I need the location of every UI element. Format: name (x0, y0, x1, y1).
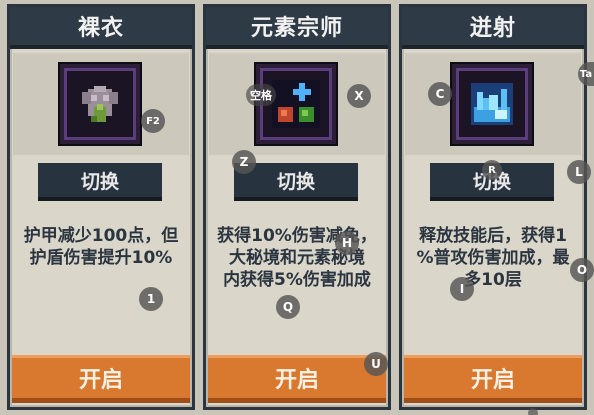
key-hint-r: R (482, 160, 502, 180)
blue-shards-icon (452, 64, 532, 144)
talent-card-2: 元素宗师 切换 获得10%伤害减免， 大秘境和元素秘境 内获得5%伤害加成 开启 (203, 4, 391, 410)
key-hint-z: Z (232, 150, 256, 174)
key-hint-x: X (347, 84, 371, 108)
key-hint-1: 1 (139, 287, 163, 311)
talent-card-1: 裸衣 切换 护甲减少100点，但 护盾伤害提升10% 开启 (7, 4, 195, 410)
key-hint-c: C (428, 82, 452, 106)
talent-description: 释放技能后，获得1 %普攻伤害加成，最 多10层 (416, 226, 570, 290)
card-title: 裸衣 (10, 7, 192, 49)
key-hint-q: Q (276, 295, 300, 319)
switch-button[interactable]: 切换 (38, 163, 162, 201)
hint-dot (528, 408, 538, 415)
key-hint-h: H (335, 231, 359, 255)
key-hint-space: 空格 (246, 84, 276, 106)
key-hint-l: L (567, 160, 591, 184)
key-hint-u: U (364, 352, 388, 376)
icon-panel (405, 53, 581, 155)
open-button[interactable]: 开启 (12, 355, 190, 403)
key-hint-f2: F2 (141, 109, 165, 133)
card-title: 迸射 (402, 7, 584, 49)
talent-card-3: 迸射 切换 释放技能后，获得1 %普攻伤害加成，最 多10层 开启 (399, 4, 587, 410)
armor-shirt-icon (60, 64, 140, 144)
talent-description: 获得10%伤害减免， 大秘境和元素秘境 内获得5%伤害加成 (217, 226, 377, 290)
key-hint-o: O (570, 258, 594, 282)
key-hint-i: I (450, 277, 474, 301)
talent-description: 护甲减少100点，但 护盾伤害提升10% (23, 226, 179, 268)
open-button[interactable]: 开启 (208, 355, 386, 403)
icon-panel (13, 53, 189, 155)
card-title: 元素宗师 (206, 7, 388, 49)
open-button[interactable]: 开启 (404, 355, 582, 403)
